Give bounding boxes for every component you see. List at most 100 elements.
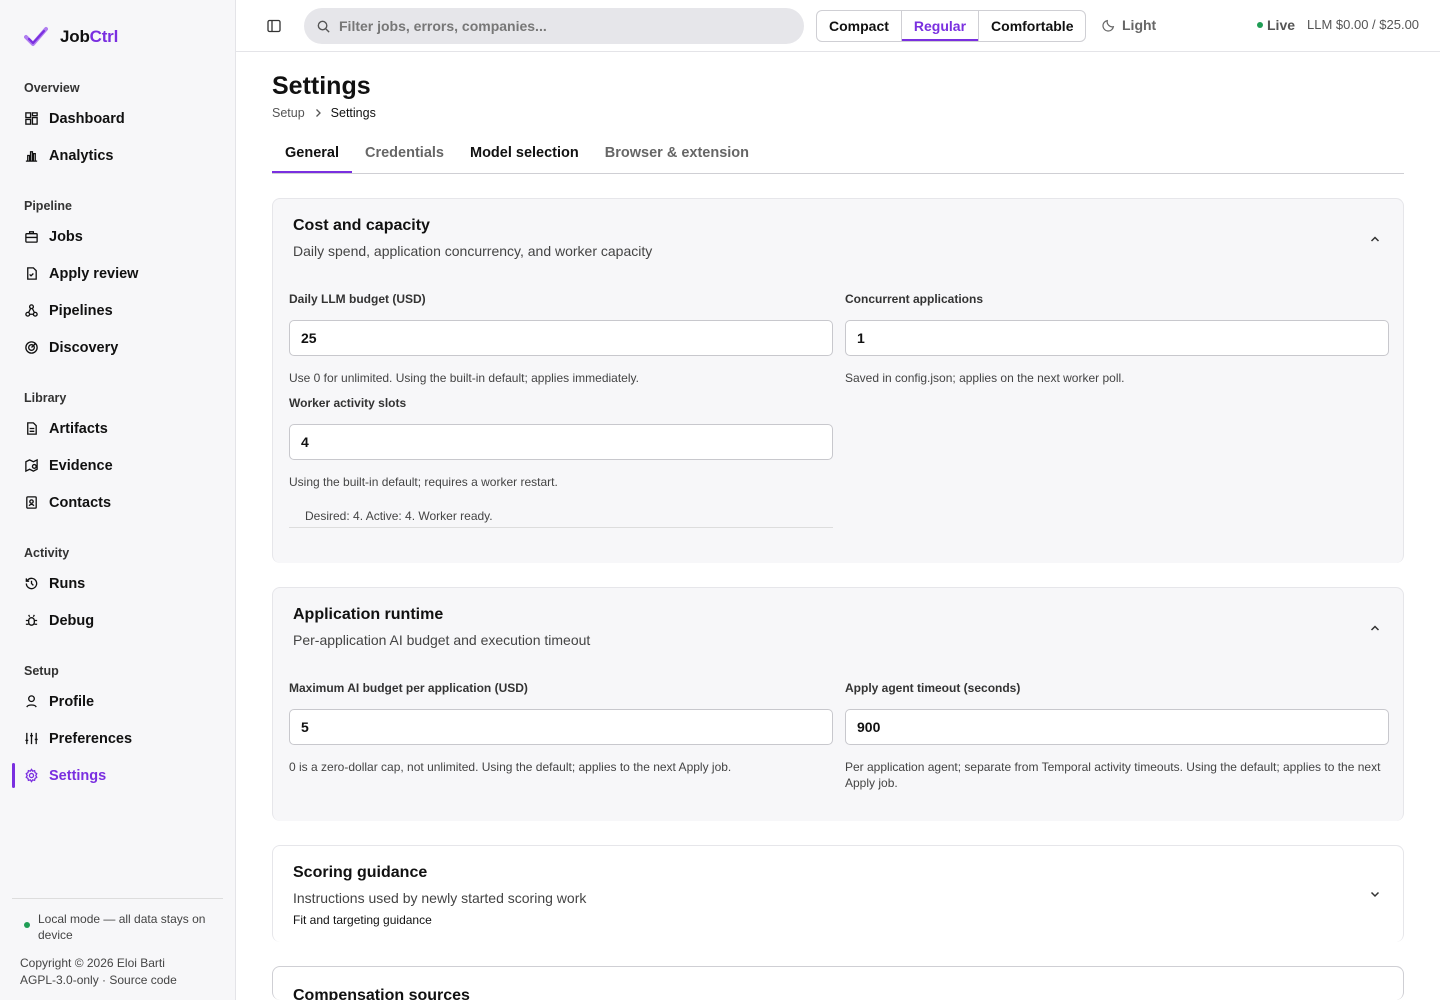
- sidebar-item-evidence[interactable]: Evidence: [0, 447, 236, 484]
- local-mode-text: Local mode — all data stays on device: [38, 912, 206, 942]
- sidebar-item-pipelines[interactable]: Pipelines: [0, 292, 236, 329]
- sidebar-item-debug[interactable]: Debug: [0, 602, 236, 639]
- concurrent-applications-field: Concurrent applications Saved in config.…: [845, 292, 1389, 386]
- sidebar-item-runs[interactable]: Runs: [0, 565, 236, 602]
- chevron-down-icon[interactable]: [1369, 888, 1381, 900]
- sidebar-item-label: Settings: [49, 767, 107, 784]
- chevron-up-icon[interactable]: [1369, 233, 1381, 245]
- card-title: Scoring guidance: [293, 864, 428, 881]
- history-icon: [25, 577, 38, 590]
- breadcrumb-setup[interactable]: Setup: [272, 106, 305, 120]
- sidebar-item-label: Pipelines: [49, 302, 113, 319]
- gear-icon: [25, 768, 38, 783]
- sidebar-item-label: Artifacts: [49, 420, 108, 437]
- sidebar-item-label: Preferences: [49, 730, 133, 747]
- theme-label: Light: [1122, 17, 1157, 33]
- contact-card-icon: [26, 496, 37, 509]
- worker-slots-input[interactable]: [289, 424, 833, 460]
- chevron-right-icon: [315, 109, 321, 117]
- card-subtitle: Per-application AI budget and execution …: [293, 632, 591, 648]
- worker-status: Desired: 4. Active: 4. Worker ready.: [289, 509, 833, 528]
- status-dot-icon: [24, 922, 30, 928]
- worker-slots-field: Worker activity slots Using the built-in…: [289, 396, 833, 490]
- nav-heading: Setup: [24, 664, 59, 678]
- breadcrumb-settings: Settings: [330, 106, 376, 120]
- sidebar-item-analytics[interactable]: Analytics: [0, 137, 236, 174]
- nav-group-setup: Setup Profile Preferences Settings: [0, 662, 236, 794]
- scoring-guidance-card[interactable]: Scoring guidance Instructions used by ne…: [272, 845, 1404, 942]
- bar-chart-icon: [25, 151, 38, 162]
- document-icon: [27, 422, 37, 435]
- application-runtime-card: Application runtime Per-application AI b…: [272, 587, 1404, 821]
- card-title: Compensation sources: [293, 987, 470, 1000]
- sidebar-item-profile[interactable]: Profile: [0, 683, 236, 720]
- nav-group-overview: Overview Dashboard Analytics: [0, 79, 236, 174]
- nav-group-library: Library Artifacts Evidence Contacts: [0, 389, 236, 521]
- cost-capacity-card: Cost and capacity Daily spend, applicati…: [272, 198, 1404, 563]
- llm-usage: LLM $0.00 / $25.00: [1307, 17, 1420, 32]
- sidebar-item-apply-review[interactable]: Apply review: [0, 255, 236, 292]
- breadcrumb: Setup Settings: [272, 106, 376, 120]
- sidebar-item-label: Apply review: [49, 265, 139, 282]
- card-title: Application runtime: [293, 606, 444, 623]
- sidebar-item-preferences[interactable]: Preferences: [0, 720, 236, 757]
- moon-icon: [1102, 19, 1115, 32]
- sidebar-item-label: Contacts: [49, 494, 112, 511]
- tab-credentials[interactable]: Credentials: [352, 138, 457, 173]
- density-regular-button[interactable]: Regular: [902, 11, 980, 41]
- apply-timeout-input[interactable]: [845, 709, 1389, 745]
- search-icon: [317, 20, 330, 33]
- workflow-icon: [25, 304, 38, 317]
- daily-budget-input[interactable]: [289, 320, 833, 356]
- card-header: Compensation sources: [293, 987, 470, 1000]
- card-header: Cost and capacity Daily spend, applicati…: [293, 217, 652, 259]
- radar-icon: [25, 341, 38, 354]
- field-help: Using the built-in default; requires a w…: [289, 475, 558, 489]
- sidebar-item-jobs[interactable]: Jobs: [0, 218, 236, 255]
- clipboard-check-icon: [27, 267, 37, 280]
- nav-group-pipeline: Pipeline Jobs Apply review Pipelines Dis…: [0, 197, 236, 366]
- dashboard-icon: [25, 112, 38, 125]
- nav-heading: Pipeline: [24, 199, 72, 213]
- sidebar-item-contacts[interactable]: Contacts: [0, 484, 236, 521]
- chevron-up-icon[interactable]: [1369, 622, 1381, 634]
- density-switcher: Compact Regular Comfortable: [816, 10, 1087, 42]
- field-help: 0 is a zero-dollar cap, not unlimited. U…: [289, 760, 732, 774]
- topbar: Compact Regular Comfortable Light Live L…: [236, 0, 1440, 52]
- sidebar-item-dashboard[interactable]: Dashboard: [0, 100, 236, 137]
- theme-toggle[interactable]: Light: [1102, 17, 1156, 33]
- tab-general[interactable]: General: [272, 138, 352, 173]
- sidebar-item-artifacts[interactable]: Artifacts: [0, 410, 236, 447]
- copyright: Copyright © 2026 Eloi Barti AGPL-3.0-onl…: [12, 955, 223, 989]
- live-indicator: Live: [1257, 17, 1295, 33]
- page-title: Settings: [272, 72, 371, 100]
- field-help: Saved in config.json; applies on the nex…: [845, 371, 1125, 385]
- max-budget-input[interactable]: [289, 709, 833, 745]
- tab-model-selection[interactable]: Model selection: [457, 138, 592, 173]
- sidebar-footer: Local mode — all data stays on device Co…: [12, 898, 223, 989]
- sidebar-item-settings[interactable]: Settings: [0, 757, 236, 794]
- field-label: Apply agent timeout (seconds): [845, 681, 1021, 695]
- tab-browser-extension[interactable]: Browser & extension: [592, 138, 762, 173]
- search-box: [304, 8, 804, 44]
- live-dot-icon: [1257, 22, 1263, 28]
- field-label: Concurrent applications: [845, 292, 984, 306]
- apply-timeout-field: Apply agent timeout (seconds) Per applic…: [845, 681, 1389, 791]
- brand[interactable]: JobCtrl: [24, 26, 118, 48]
- nav-group-activity: Activity Runs Debug: [0, 544, 236, 639]
- search-input[interactable]: [339, 18, 779, 34]
- density-comfortable-button[interactable]: Comfortable: [979, 11, 1085, 41]
- logo-check-icon: [24, 27, 48, 46]
- copyright-text: Copyright © 2026 Eloi Barti: [20, 956, 165, 970]
- license-link[interactable]: AGPL-3.0-only · Source code: [20, 972, 223, 989]
- compensation-sources-card[interactable]: Compensation sources: [272, 966, 1404, 1000]
- sidebar-item-label: Profile: [49, 693, 95, 710]
- density-compact-button[interactable]: Compact: [817, 11, 902, 41]
- settings-tabs: General Credentials Model selection Brow…: [272, 138, 1404, 174]
- sidebar-item-label: Jobs: [49, 228, 83, 245]
- sidebar-item-discovery[interactable]: Discovery: [0, 329, 236, 366]
- max-budget-field: Maximum AI budget per application (USD) …: [289, 681, 833, 775]
- concurrent-applications-input[interactable]: [845, 320, 1389, 356]
- sidebar-toggle-icon[interactable]: [266, 18, 282, 34]
- card-header: Scoring guidance Instructions used by ne…: [293, 864, 586, 927]
